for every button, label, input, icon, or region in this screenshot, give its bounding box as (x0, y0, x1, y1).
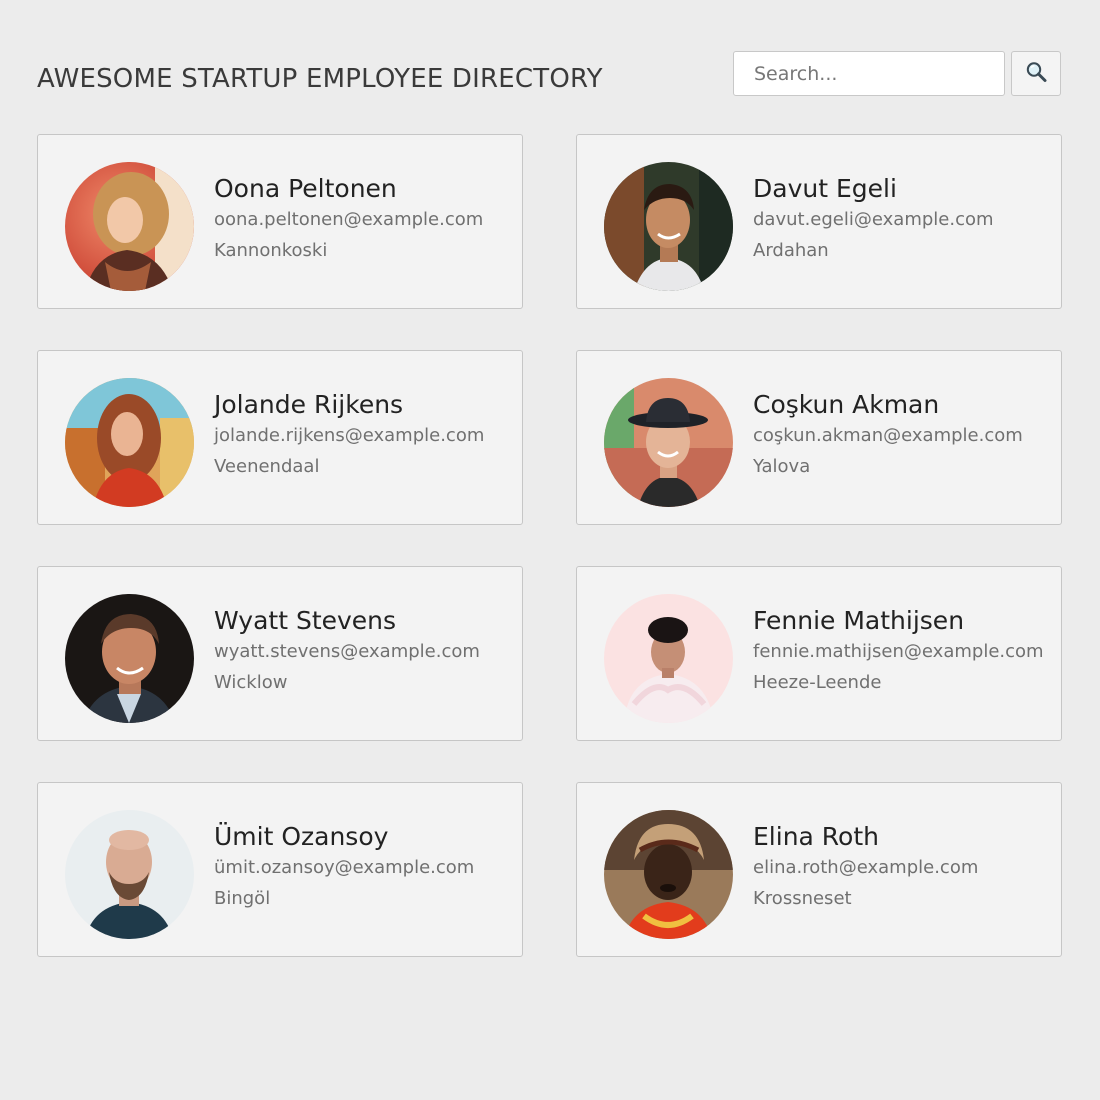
search-button[interactable] (1011, 51, 1061, 96)
employee-avatar (65, 162, 194, 291)
employee-card[interactable]: Davut Egeli davut.egeli@example.com Arda… (576, 134, 1062, 309)
employee-info: Coşkun Akman coşkun.akman@example.com Ya… (753, 389, 1053, 479)
employee-email: wyatt.stevens@example.com (214, 641, 480, 662)
employee-info: Ümit Ozansoy ümit.ozansoy@example.com Bi… (214, 821, 514, 911)
employee-name: Fennie Mathijsen (753, 606, 965, 635)
employee-avatar (604, 810, 733, 939)
employee-name: Davut Egeli (753, 174, 897, 203)
employee-city: Wicklow (214, 672, 288, 693)
employee-avatar (604, 594, 733, 723)
search-form (733, 51, 1061, 96)
employee-email: davut.egeli@example.com (753, 209, 994, 230)
employee-email: ümit.ozansoy@example.com (214, 857, 475, 878)
search-icon (1024, 60, 1048, 87)
employee-card[interactable]: Oona Peltonen oona.peltonen@example.com … (37, 134, 523, 309)
employee-card[interactable]: Wyatt Stevens wyatt.stevens@example.com … (37, 566, 523, 741)
employee-info: Wyatt Stevens wyatt.stevens@example.com … (214, 605, 514, 695)
employee-info: Oona Peltonen oona.peltonen@example.com … (214, 173, 514, 263)
employee-avatar (65, 594, 194, 723)
employee-email: oona.peltonen@example.com (214, 209, 484, 230)
employee-name: Oona Peltonen (214, 174, 397, 203)
employee-city: Heeze-Leende (753, 672, 882, 693)
employee-email: jolande.rijkens@example.com (214, 425, 485, 446)
employee-city: Ardahan (753, 240, 829, 261)
employee-avatar (604, 162, 733, 291)
directory-page: AWESOME STARTUP EMPLOYEE DIRECTORY Searc… (0, 0, 1100, 1100)
employee-name: Coşkun Akman (753, 390, 940, 419)
employee-city: Bingöl (214, 888, 271, 909)
employee-city: Kannonkoski (214, 240, 328, 261)
employee-email: coşkun.akman@example.com (753, 425, 1023, 446)
employee-info: Davut Egeli davut.egeli@example.com Arda… (753, 173, 1053, 263)
header: AWESOME STARTUP EMPLOYEE DIRECTORY (37, 50, 1061, 96)
employee-card[interactable]: Coşkun Akman coşkun.akman@example.com Ya… (576, 350, 1062, 525)
employee-avatar (65, 810, 194, 939)
employee-email: elina.roth@example.com (753, 857, 979, 878)
employee-avatar (65, 378, 194, 507)
employee-city: Yalova (753, 456, 811, 477)
employee-info: Elina Roth elina.roth@example.com Krossn… (753, 821, 1053, 911)
employee-card[interactable]: Fennie Mathijsen fennie.mathijsen@exampl… (576, 566, 1062, 741)
employee-name: Elina Roth (753, 822, 879, 851)
employee-gallery: Oona Peltonen oona.peltonen@example.com … (37, 134, 1062, 957)
employee-card[interactable]: Jolande Rijkens jolande.rijkens@example.… (37, 350, 523, 525)
employee-avatar (604, 378, 733, 507)
search-input[interactable] (733, 51, 1005, 96)
employee-email: fennie.mathijsen@example.com (753, 641, 1044, 662)
employee-info: Fennie Mathijsen fennie.mathijsen@exampl… (753, 605, 1053, 695)
employee-city: Veenendaal (214, 456, 320, 477)
employee-name: Wyatt Stevens (214, 606, 397, 635)
employee-city: Krossneset (753, 888, 852, 909)
employee-card[interactable]: Ümit Ozansoy ümit.ozansoy@example.com Bi… (37, 782, 523, 957)
employee-card[interactable]: Elina Roth elina.roth@example.com Krossn… (576, 782, 1062, 957)
employee-name: Jolande Rijkens (214, 390, 404, 419)
employee-info: Jolande Rijkens jolande.rijkens@example.… (214, 389, 514, 479)
page-title: AWESOME STARTUP EMPLOYEE DIRECTORY (37, 64, 603, 94)
employee-name: Ümit Ozansoy (214, 822, 389, 851)
